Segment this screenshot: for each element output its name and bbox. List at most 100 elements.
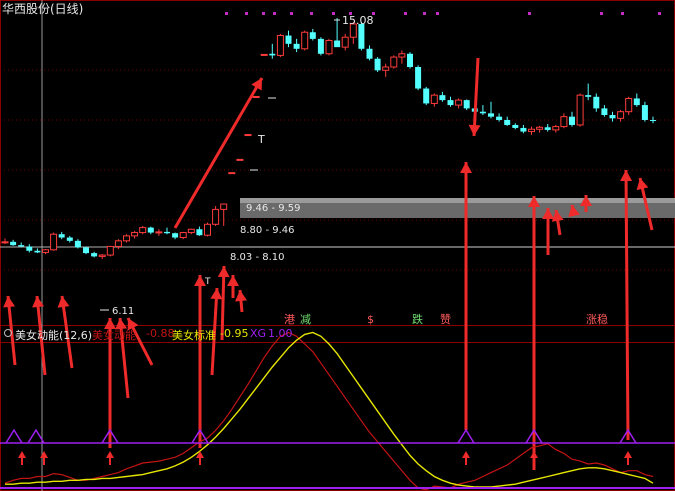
candle-body bbox=[528, 128, 535, 133]
candle-body bbox=[83, 247, 89, 254]
high-price-label: 15.08 bbox=[342, 14, 374, 27]
arrow-up-5-head bbox=[217, 266, 230, 278]
candle-body bbox=[407, 53, 413, 68]
candle-body bbox=[196, 229, 203, 236]
candle-body bbox=[334, 40, 341, 48]
buy-arrow-head bbox=[530, 451, 538, 458]
candle-body bbox=[91, 253, 98, 257]
arrow-up-14 bbox=[624, 169, 630, 441]
xg-triangle bbox=[5, 428, 23, 444]
candle-body bbox=[98, 254, 106, 257]
candle-body bbox=[212, 208, 220, 225]
candle-body bbox=[601, 108, 608, 116]
candle-body bbox=[131, 232, 139, 237]
indicator-line2-value: -0.95 bbox=[220, 327, 249, 340]
buy-arrow-head bbox=[18, 451, 26, 458]
candle-body bbox=[172, 233, 179, 238]
candle-body bbox=[569, 116, 575, 125]
low-price-label: 6.11 bbox=[112, 306, 134, 317]
candle-body bbox=[309, 32, 316, 39]
signal-dot bbox=[225, 12, 228, 15]
candle-body bbox=[10, 241, 17, 246]
buy-arrow-head bbox=[106, 451, 114, 458]
arrow-up-14-head bbox=[620, 170, 633, 182]
candle-body bbox=[114, 240, 122, 247]
signal-dot bbox=[423, 12, 426, 15]
candle-body bbox=[633, 98, 640, 106]
candle-body bbox=[42, 249, 49, 253]
candle-body bbox=[325, 40, 333, 55]
candle-body bbox=[260, 53, 268, 56]
candle-body bbox=[301, 31, 309, 50]
candle-body bbox=[228, 172, 236, 175]
gap-zone-1-edge bbox=[240, 198, 675, 203]
candle-body bbox=[164, 231, 170, 234]
chart-stage: 华西股份(日线) 15.08 6.11 9.46 - 9.59 8.80 - 9.46… bbox=[0, 0, 675, 491]
candle-body bbox=[269, 53, 276, 56]
candle-body bbox=[504, 119, 511, 125]
candle-body bbox=[560, 116, 568, 128]
candle-body bbox=[147, 227, 154, 233]
signal-dot bbox=[332, 12, 335, 15]
candle-body bbox=[625, 97, 633, 113]
candle-body bbox=[341, 36, 349, 48]
candle-body bbox=[415, 67, 422, 89]
signal-dot bbox=[245, 12, 248, 15]
candle-body bbox=[488, 113, 494, 117]
candle-body bbox=[430, 94, 438, 104]
candle-body bbox=[576, 94, 584, 126]
indicator-line1-label: 美女动能 bbox=[92, 329, 136, 342]
candle-body bbox=[18, 245, 25, 247]
candle-body bbox=[179, 232, 187, 239]
signal-text: 涨稳 bbox=[586, 312, 608, 326]
candle-body bbox=[439, 95, 446, 101]
candle-body bbox=[123, 235, 130, 242]
indicator-line1-value: -0.88 bbox=[146, 327, 175, 340]
candle-body bbox=[455, 99, 463, 106]
candle-body bbox=[423, 88, 430, 104]
candle-body bbox=[398, 53, 406, 58]
buy-arrow-head bbox=[40, 451, 48, 458]
buy-arrow-head bbox=[624, 451, 632, 458]
candle-body bbox=[244, 134, 252, 137]
arrow-diag-2-head bbox=[636, 178, 649, 191]
candle-body bbox=[155, 231, 163, 234]
candle-body bbox=[390, 56, 398, 68]
arrow-up-6-head bbox=[235, 290, 247, 302]
candle-body bbox=[236, 158, 244, 161]
candle-body bbox=[544, 127, 551, 130]
candle-body bbox=[496, 116, 503, 120]
gap-label-1: 9.46 - 9.59 bbox=[246, 203, 301, 214]
candle-body bbox=[26, 246, 33, 251]
arrow-up-8-head bbox=[460, 162, 472, 173]
candle-body bbox=[382, 66, 390, 71]
arrow-top-down-head bbox=[468, 124, 481, 136]
series-line-momentum bbox=[4, 331, 654, 491]
signal-dot bbox=[290, 12, 293, 15]
signal-text: 减 bbox=[300, 313, 311, 326]
signal-text: $ bbox=[367, 313, 374, 326]
candle-body bbox=[293, 43, 300, 49]
candle-body bbox=[220, 203, 228, 210]
arrow-top-down bbox=[472, 57, 480, 137]
indicator-line3-value: 1.00 bbox=[268, 327, 293, 340]
candle-body bbox=[50, 233, 58, 251]
candle-body bbox=[204, 223, 211, 236]
candle-body bbox=[106, 245, 114, 256]
candle-body bbox=[520, 127, 527, 132]
signal-text: 港 bbox=[284, 313, 295, 326]
gap-label-3: 8.03 - 8.10 bbox=[230, 252, 285, 263]
signal-dot bbox=[621, 12, 624, 15]
marker-t: T bbox=[257, 133, 265, 146]
candle-body bbox=[374, 58, 381, 71]
signal-dot bbox=[273, 12, 276, 15]
candle-body bbox=[252, 95, 260, 98]
buy-arrow-head bbox=[196, 451, 204, 458]
chart-svg: 15.08 6.11 9.46 - 9.59 8.80 - 9.46 8.03 - 8.… bbox=[0, 0, 675, 491]
indicator-name: 美女动能(12,6) bbox=[15, 329, 93, 342]
outer-frame bbox=[0, 0, 675, 491]
indicator-line3-label: XG bbox=[250, 327, 267, 340]
candle-body bbox=[641, 105, 648, 120]
arrow-up-4-head bbox=[210, 288, 223, 300]
candle-body bbox=[1, 241, 9, 244]
